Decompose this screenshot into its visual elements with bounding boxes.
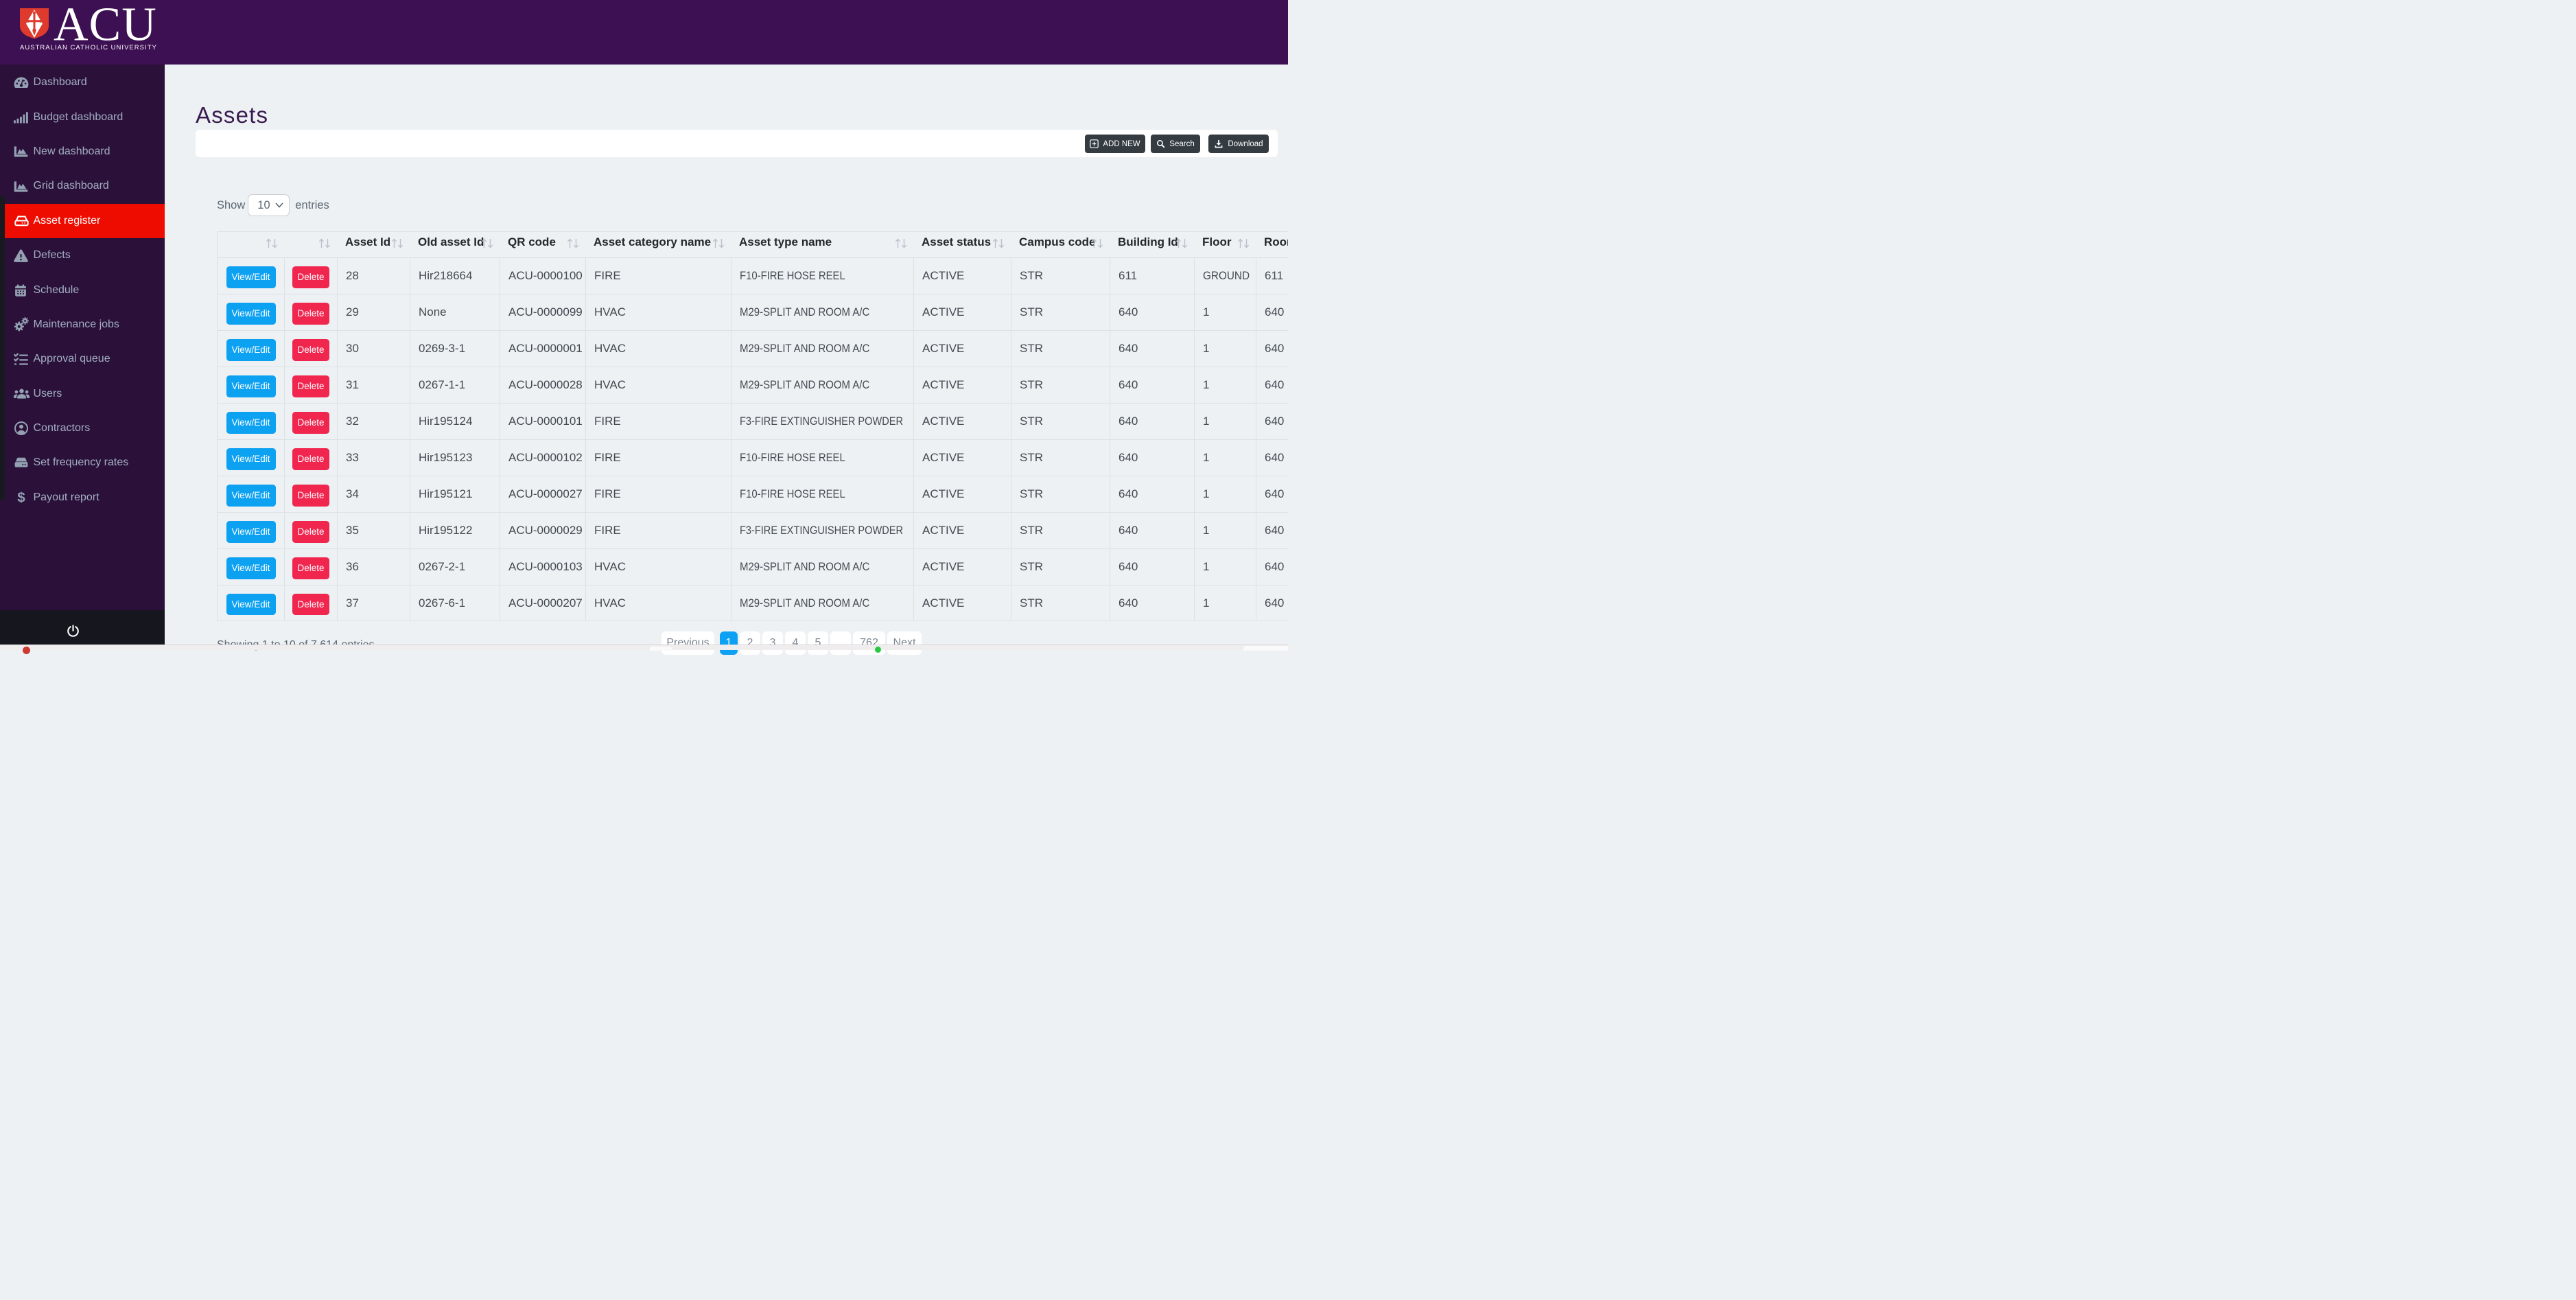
svg-text:$: $ [17, 489, 25, 505]
svg-text:ACU: ACU [54, 4, 157, 44]
